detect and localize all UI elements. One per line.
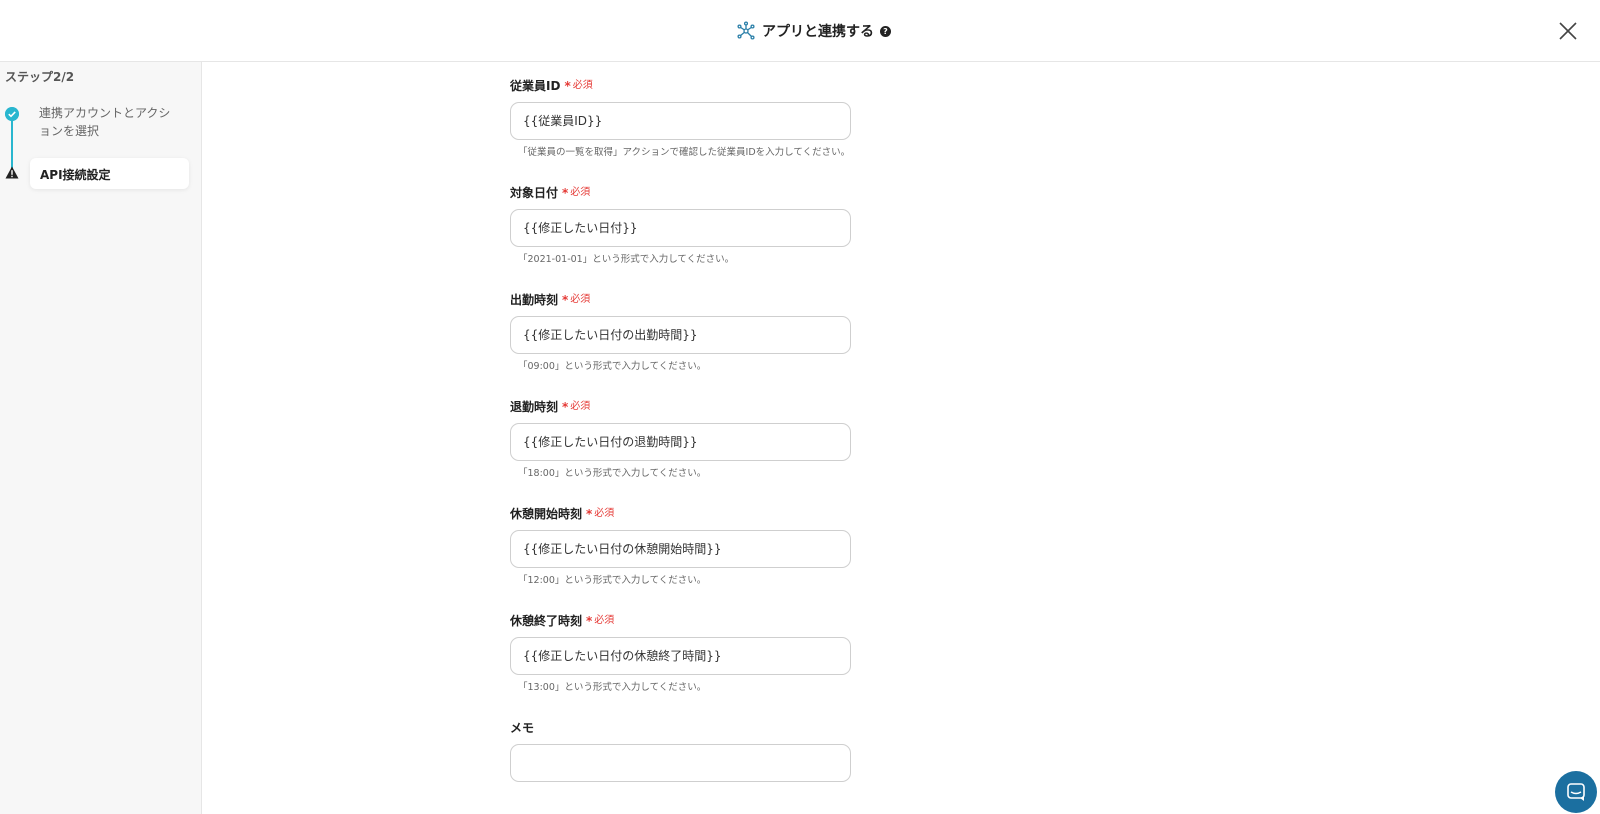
page-title: アプリと連携する ?	[736, 20, 891, 42]
field-memo: メモ	[510, 720, 855, 782]
field-clock-in: 出勤時刻 * 必須 {{修正したい日付の出勤時間}} 「09:00」という形式で…	[510, 292, 855, 372]
step-counter: ステップ2/2	[5, 70, 75, 84]
field-label: 休憩開始時刻	[510, 507, 583, 521]
step-connector	[11, 114, 13, 172]
field-clock-out: 退勤時刻 * 必須 {{修正したい日付の退勤時間}} 「18:00」という形式で…	[510, 399, 855, 479]
page-title-text: アプリと連携する	[762, 24, 874, 40]
required-badge: 必須	[570, 401, 591, 412]
field-hint: 「09:00」という形式で入力してください。	[518, 361, 707, 372]
help-icon[interactable]: ?	[880, 25, 891, 37]
required-star: *	[562, 186, 569, 200]
warning-icon	[5, 166, 19, 179]
required-badge: 必須	[594, 508, 615, 519]
required-badge: 必須	[570, 294, 591, 305]
employee-id-input[interactable]: {{従業員ID}}	[510, 102, 851, 140]
field-label: 出勤時刻	[510, 293, 559, 307]
required-star: *	[562, 293, 569, 307]
close-icon[interactable]	[1557, 20, 1579, 42]
field-hint: 「2021-01-01」という形式で入力してください。	[518, 254, 735, 265]
required-badge: 必須	[572, 80, 593, 91]
field-target-date: 対象日付 * 必須 {{修正したい日付}} 「2021-01-01」という形式で…	[510, 185, 855, 265]
clock-in-input[interactable]: {{修正したい日付の出勤時間}}	[510, 316, 851, 354]
required-badge: 必須	[570, 187, 591, 198]
field-hint: 「18:00」という形式で入力してください。	[518, 468, 707, 479]
break-end-input[interactable]: {{修正したい日付の休憩終了時間}}	[510, 637, 851, 675]
sidebar: ステップ2/2 連携アカウントとアクションを選択 API接続設定	[0, 62, 202, 814]
required-badge: 必須	[594, 615, 615, 626]
required-star: *	[564, 79, 571, 93]
sidebar-step-select-action[interactable]: 連携アカウントとアクションを選択	[39, 104, 179, 140]
check-circle-icon	[5, 107, 19, 121]
main-form: 従業員ID * 必須 {{従業員ID}} 「従業員の一覧を取得」アクションで確認…	[203, 62, 1600, 814]
field-employee-id: 従業員ID * 必須 {{従業員ID}} 「従業員の一覧を取得」アクションで確認…	[510, 78, 855, 158]
memo-input[interactable]	[510, 744, 851, 782]
chat-button[interactable]	[1555, 771, 1597, 813]
field-hint: 「13:00」という形式で入力してください。	[518, 682, 707, 693]
break-start-input[interactable]: {{修正したい日付の休憩開始時間}}	[510, 530, 851, 568]
field-break-start: 休憩開始時刻 * 必須 {{修正したい日付の休憩開始時間}} 「12:00」とい…	[510, 506, 855, 586]
target-date-input[interactable]: {{修正したい日付}}	[510, 209, 851, 247]
field-hint: 「従業員の一覧を取得」アクションで確認した従業員IDを入力してください。	[518, 147, 851, 158]
required-star: *	[586, 614, 593, 628]
chat-icon	[1567, 783, 1585, 801]
field-label: 従業員ID	[510, 79, 561, 93]
field-label: 対象日付	[510, 186, 559, 200]
required-star: *	[586, 507, 593, 521]
field-hint: 「12:00」という形式で入力してください。	[518, 575, 707, 586]
clock-out-input[interactable]: {{修正したい日付の退勤時間}}	[510, 423, 851, 461]
required-star: *	[562, 400, 569, 414]
header: アプリと連携する ?	[0, 0, 1600, 62]
sidebar-step-api-settings[interactable]: API接続設定	[30, 158, 189, 189]
field-label: メモ	[510, 721, 535, 735]
field-break-end: 休憩終了時刻 * 必須 {{修正したい日付の休憩終了時間}} 「13:00」とい…	[510, 613, 855, 693]
field-label: 休憩終了時刻	[510, 614, 583, 628]
network-icon	[737, 21, 755, 40]
field-label: 退勤時刻	[510, 400, 559, 414]
